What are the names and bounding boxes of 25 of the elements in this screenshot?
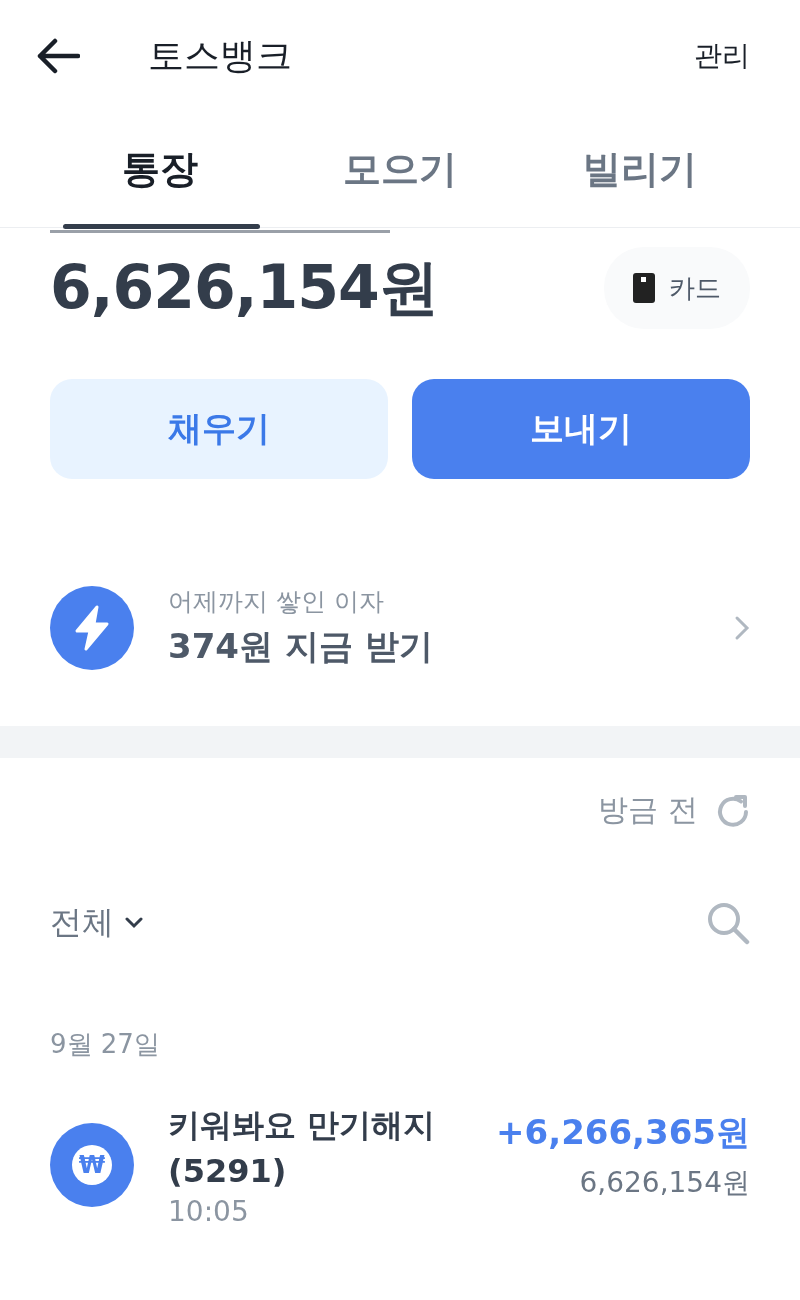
page-title: 토스뱅크 (148, 33, 293, 78)
back-arrow-icon[interactable] (36, 38, 80, 74)
transaction-time: 10:05 (168, 1194, 250, 1228)
updated-time: 방금 전 (598, 791, 698, 829)
tab[interactable]: 통장 (40, 112, 280, 227)
card-icon (633, 273, 655, 303)
balance-after: 6,626,154원 (579, 1165, 750, 1201)
interest-title[interactable]: 374원 지금 받기 (168, 624, 700, 670)
manage-button[interactable]: 관리 (694, 37, 750, 75)
tab[interactable]: 모으기 (280, 112, 520, 227)
transaction-amount: +6,266,365원 (496, 1111, 750, 1154)
card-button[interactable]: 카드 (604, 247, 750, 329)
fill-button[interactable]: 채우기 (50, 379, 388, 479)
balance-amount: 6,626,154원 (50, 250, 438, 324)
search-icon[interactable] (706, 901, 750, 945)
refresh-icon[interactable] (716, 792, 750, 829)
chevron-right-icon[interactable] (734, 614, 750, 641)
interest-caption: 어제까지 쌓인 이자 (168, 586, 385, 618)
tab[interactable]: 빌리기 (520, 112, 760, 227)
transaction-icon: ₩ (50, 1122, 134, 1207)
filter-dropdown[interactable]: 전체 (50, 901, 144, 945)
send-button[interactable]: 보내기 (412, 379, 750, 479)
transaction-title: 키워봐요 만기해지 (5291) (168, 1105, 437, 1193)
chevron-down-icon[interactable] (124, 917, 144, 929)
date-header: 9월 27일 (49, 1028, 161, 1061)
